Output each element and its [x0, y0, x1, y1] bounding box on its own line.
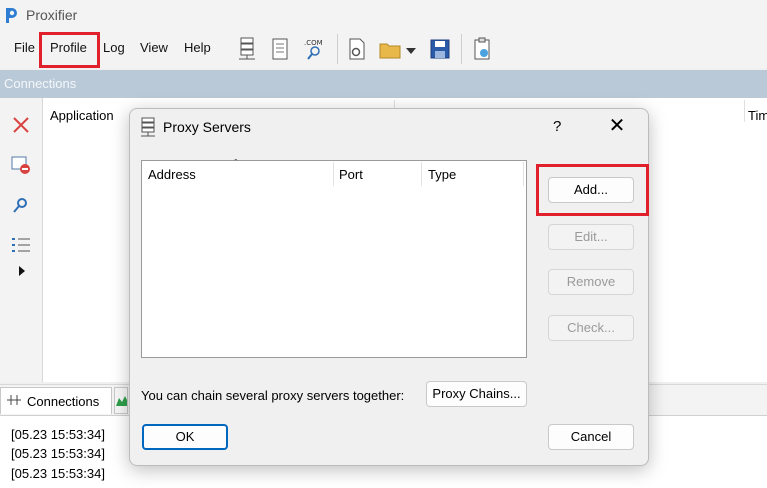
- column-application[interactable]: Application: [50, 108, 114, 123]
- column-type[interactable]: Type: [428, 167, 456, 182]
- proxy-chains-button[interactable]: Proxy Chains...: [426, 381, 527, 407]
- menu-help[interactable]: Help: [184, 40, 211, 55]
- connections-header-label: Connections: [4, 76, 77, 91]
- save-profile-icon[interactable]: [428, 36, 452, 62]
- menu-file[interactable]: File: [14, 40, 35, 55]
- column-divider: [744, 100, 745, 122]
- proxification-rules-icon[interactable]: [268, 36, 292, 62]
- help-icon[interactable]: ?: [553, 118, 561, 135]
- connections-header: [0, 70, 767, 98]
- remove-connection-icon[interactable]: [10, 154, 32, 176]
- proxy-server-list-header: [142, 161, 526, 187]
- connections-tab-icon: [7, 395, 21, 405]
- log-line: [05.23 15:53:34]: [11, 466, 105, 481]
- toolbar-separator: [461, 34, 462, 64]
- toolbar-separator: [337, 34, 338, 64]
- expand-arrow-icon[interactable]: [10, 260, 32, 282]
- column-divider: [523, 162, 524, 186]
- proxy-servers-icon[interactable]: [235, 36, 259, 62]
- list-icon[interactable]: [10, 234, 32, 256]
- column-address[interactable]: Address: [148, 167, 196, 182]
- profile-settings-icon[interactable]: [345, 36, 369, 62]
- highlight-box-profile: [39, 32, 100, 68]
- svg-text:.COM: .COM: [304, 39, 323, 47]
- proxy-servers-dialog-icon: [141, 117, 155, 137]
- proxy-server-list[interactable]: [141, 160, 527, 358]
- ok-button[interactable]: OK: [142, 424, 228, 450]
- check-profile-icon[interactable]: [470, 36, 494, 62]
- log-line: [05.23 15:53:34]: [11, 427, 105, 442]
- find-icon[interactable]: [10, 194, 32, 216]
- log-line: [05.23 15:53:34]: [11, 446, 105, 461]
- menu-log[interactable]: Log: [103, 40, 125, 55]
- open-profile-icon[interactable]: [378, 36, 418, 62]
- cancel-button[interactable]: Cancel: [548, 424, 634, 450]
- edit-button[interactable]: Edit...: [548, 224, 634, 250]
- left-toolbar: [0, 98, 43, 382]
- column-port[interactable]: Port: [339, 167, 363, 182]
- remove-button[interactable]: Remove: [548, 269, 634, 295]
- dialog-title: Proxy Servers: [163, 119, 251, 135]
- column-divider: [333, 162, 334, 186]
- sort-indicator-icon: ˆ: [234, 158, 238, 170]
- highlight-box-add: [536, 164, 649, 216]
- traffic-graph-icon: [116, 396, 127, 406]
- tab-connections-label: Connections: [27, 394, 100, 409]
- check-button[interactable]: Check...: [548, 315, 634, 341]
- column-divider: [421, 162, 422, 186]
- menu-view[interactable]: View: [140, 40, 168, 55]
- close-icon[interactable]: ✕: [605, 114, 629, 138]
- tab-traffic[interactable]: [114, 387, 128, 414]
- column-time[interactable]: Tim: [748, 108, 767, 123]
- name-resolution-icon[interactable]: .COM: [302, 36, 326, 62]
- chain-label: You can chain several proxy servers toge…: [141, 388, 405, 403]
- proxifier-logo-icon: [6, 8, 17, 23]
- title-bar: [0, 0, 767, 30]
- app-title: Proxifier: [26, 7, 78, 23]
- close-icon[interactable]: [10, 114, 32, 136]
